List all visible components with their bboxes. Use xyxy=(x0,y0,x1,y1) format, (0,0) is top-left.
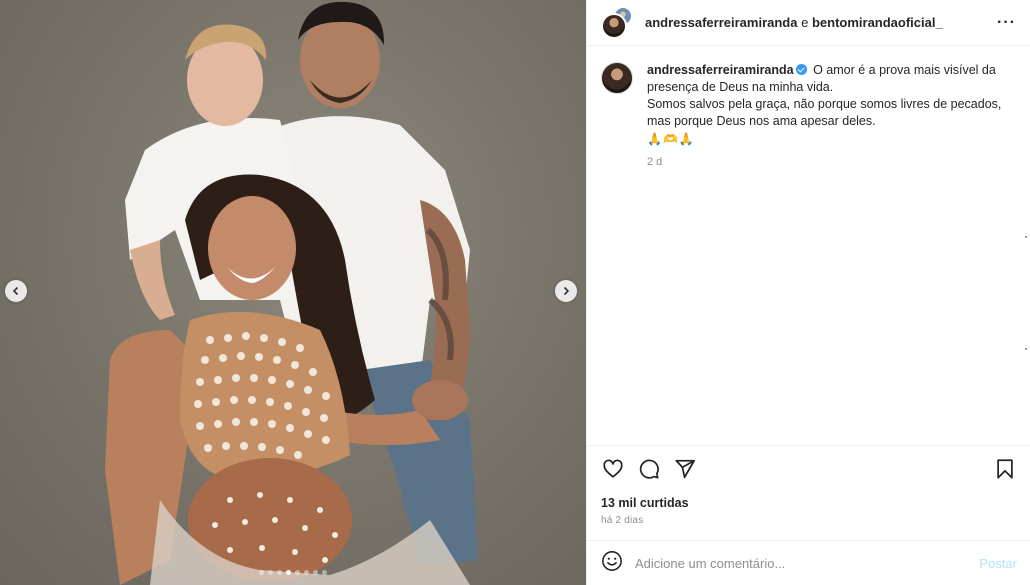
carousel-dot xyxy=(286,570,291,575)
post-comment-button[interactable]: Postar xyxy=(979,556,1017,571)
post-side-panel: andressaferreiramiranda e bentomirandaof… xyxy=(586,0,1030,585)
carousel-dot xyxy=(322,570,327,575)
comment-bubble-icon xyxy=(639,459,659,479)
bookmark-icon xyxy=(997,459,1013,479)
scroll-indicator xyxy=(1025,236,1027,460)
collab-avatars[interactable] xyxy=(601,5,635,40)
comment-composer: Postar xyxy=(587,540,1030,585)
emoji-button[interactable] xyxy=(601,550,623,577)
carousel-dot xyxy=(313,570,318,575)
like-button[interactable] xyxy=(601,457,625,481)
chevron-right-icon xyxy=(563,286,570,296)
caption-avatar[interactable] xyxy=(601,62,633,94)
chevron-left-icon xyxy=(12,286,19,296)
caption-username-link[interactable]: andressaferreiramiranda xyxy=(647,63,794,77)
post-actions-section: 13 mil curtidas há 2 dias xyxy=(587,445,1030,540)
heart-icon xyxy=(603,459,623,478)
carousel-dot xyxy=(304,570,309,575)
caption-section: andressaferreiramiranda O amor é a prova… xyxy=(587,46,1030,444)
collaborator-username-link[interactable]: bentomirandaoficial_ xyxy=(812,15,943,30)
carousel-dot xyxy=(259,570,264,575)
share-button[interactable] xyxy=(673,457,697,481)
carousel-dot xyxy=(295,570,300,575)
paper-plane-icon xyxy=(675,459,696,479)
author-username-link[interactable]: andressaferreiramiranda xyxy=(645,15,797,30)
caption-text-line2: Somos salvos pela graça, não porque somo… xyxy=(647,97,1002,128)
comment-input[interactable] xyxy=(635,555,980,571)
caption-timestamp[interactable]: 2 d xyxy=(647,154,1016,171)
likes-count[interactable]: 13 mil curtidas xyxy=(601,496,1017,510)
post-authors: andressaferreiramiranda e bentomirandaof… xyxy=(645,15,997,30)
post-header: andressaferreiramiranda e bentomirandaof… xyxy=(587,0,1030,46)
carousel-dot xyxy=(268,570,273,575)
carousel-indicators xyxy=(0,570,586,575)
avatar-author[interactable] xyxy=(601,12,627,39)
authors-connector: e xyxy=(797,15,812,30)
more-horizontal-icon[interactable]: ··· xyxy=(997,14,1016,32)
carousel-prev-button[interactable] xyxy=(5,280,27,302)
post-media[interactable] xyxy=(0,0,586,585)
comment-button[interactable] xyxy=(637,457,661,481)
caption: andressaferreiramiranda O amor é a prova… xyxy=(647,62,1016,444)
smiley-icon xyxy=(602,550,622,571)
post-timestamp: há 2 dias xyxy=(601,515,644,526)
verified-badge-icon xyxy=(795,64,807,75)
carousel-next-button[interactable] xyxy=(555,280,577,302)
action-icons-row xyxy=(601,456,1017,482)
family-photo xyxy=(105,1,478,585)
carousel-dot xyxy=(277,570,282,575)
save-button[interactable] xyxy=(993,457,1017,481)
caption-emojis: 🙏🫶🙏 xyxy=(647,132,695,146)
